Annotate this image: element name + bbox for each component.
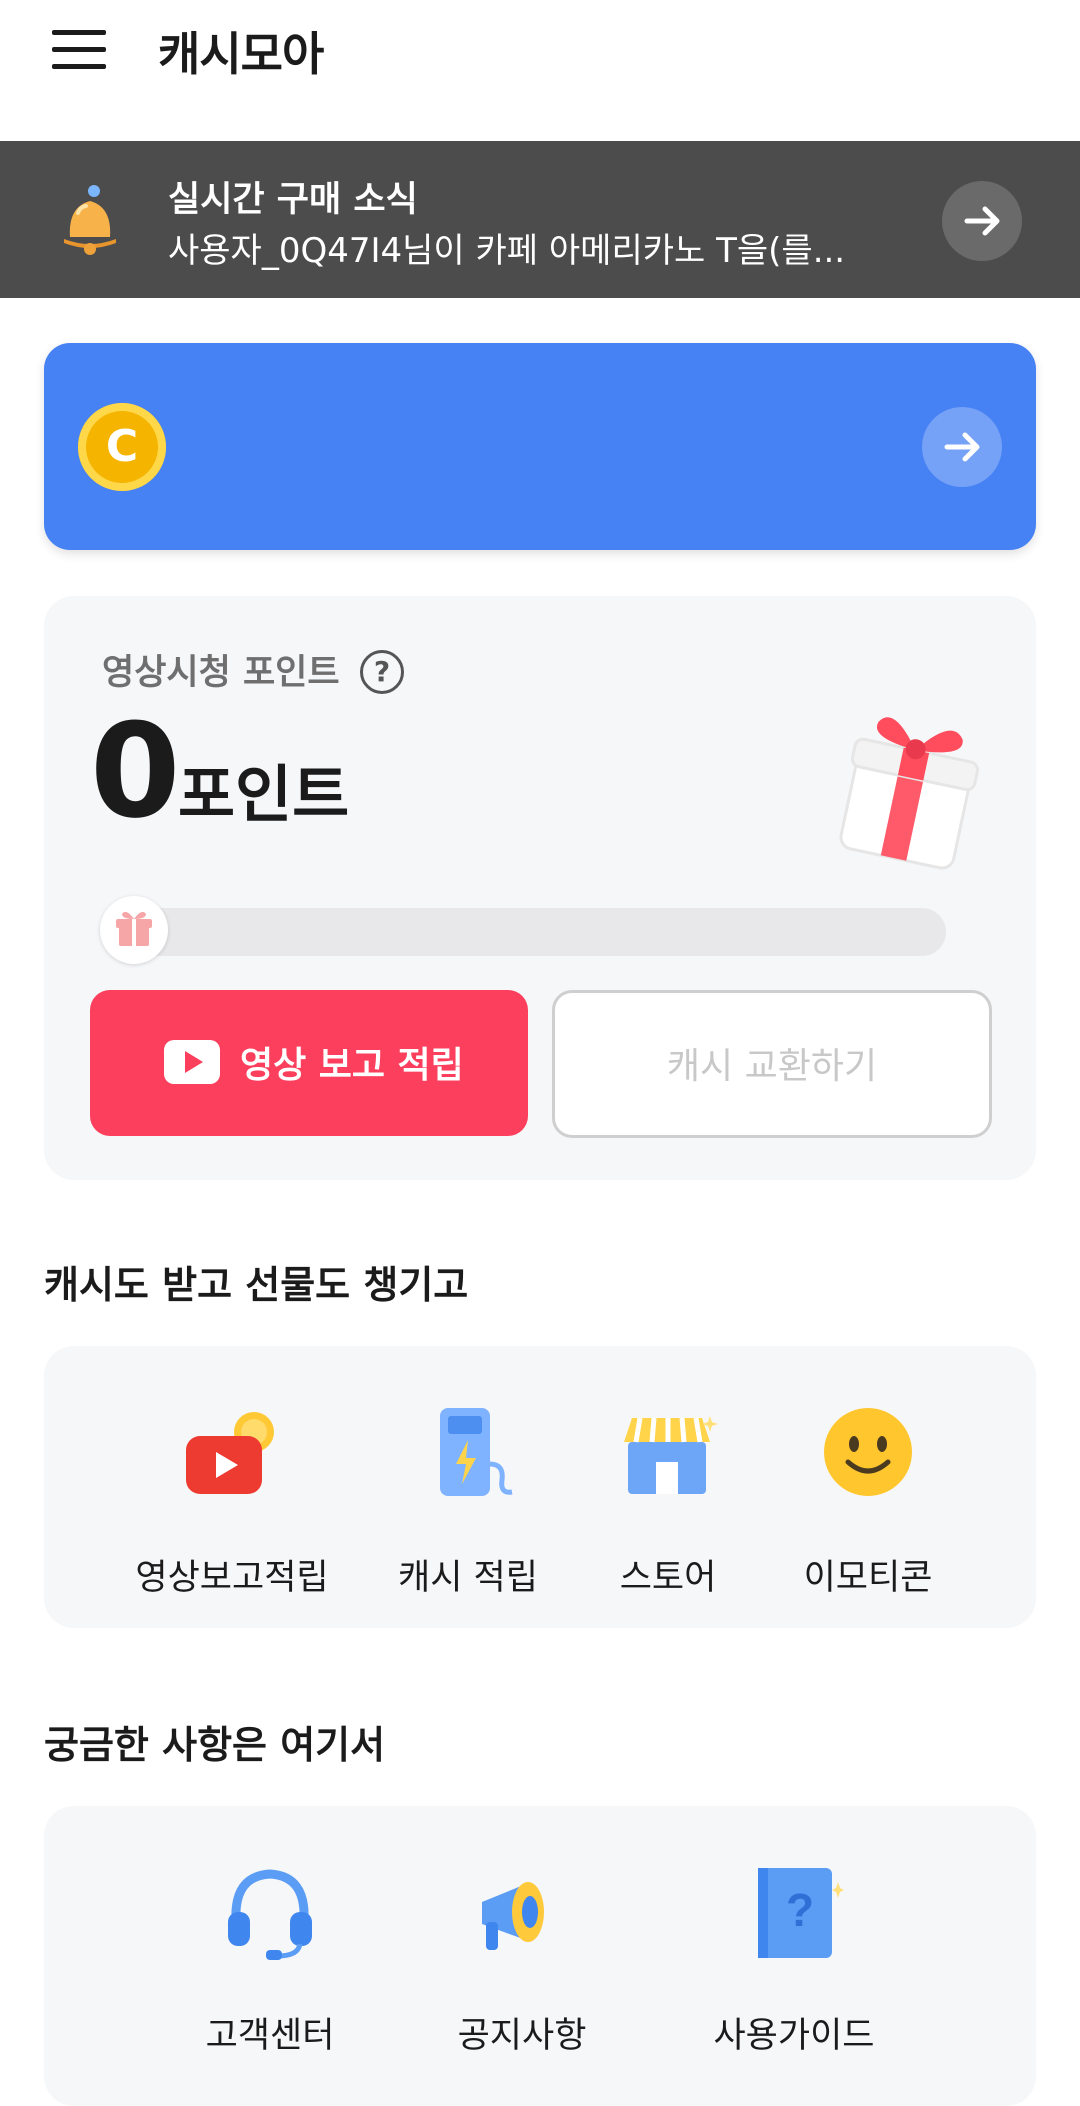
points-value: 0 <box>90 695 180 847</box>
app-title: 캐시모아 <box>158 27 324 81</box>
help-item-label: 고객센터 <box>205 2016 335 2056</box>
earn-section-card: 영상보고적립 캐시 적립 스토어 이모티콘 <box>44 1346 1036 1628</box>
exchange-cash-label: 캐시 교환하기 <box>666 1046 878 1087</box>
coin-icon: C <box>78 403 166 491</box>
earn-item-label: 캐시 적립 <box>398 1558 538 1598</box>
points-progress-bar <box>106 908 946 956</box>
megaphone-icon <box>482 1882 544 1950</box>
arrow-right-icon <box>944 432 980 462</box>
headset-icon <box>228 1869 312 1960</box>
guide-book-icon: ? <box>758 1868 844 1958</box>
news-message: 사용자_0Q47I4님이 카페 아메리카노 T을(를... <box>168 231 846 271</box>
help-item-label: 사용가이드 <box>713 2016 875 2056</box>
svg-text:?: ? <box>786 1884 814 1936</box>
earn-section-title: 캐시도 받고 선물도 챙기고 <box>44 1263 469 1307</box>
points-label: 영상시청 포인트 <box>102 653 340 693</box>
news-arrow-button[interactable] <box>942 181 1022 261</box>
coin-letter: C <box>105 421 139 472</box>
arrow-right-icon <box>964 206 1000 236</box>
video-points-card: 영상시청 포인트 ? 0 포인트 영상 보고 적립 캐시 교환하기 <box>44 596 1036 1180</box>
charger-icon <box>440 1408 513 1496</box>
app-header: 캐시모아 <box>0 0 1080 140</box>
hamburger-menu-icon[interactable] <box>52 30 106 70</box>
earn-item-label: 이모티콘 <box>803 1558 933 1598</box>
store-icon <box>624 1416 718 1494</box>
banner-arrow-button[interactable] <box>922 407 1002 487</box>
youtube-play-icon <box>164 1040 220 1084</box>
progress-gift-icon <box>100 896 168 964</box>
points-unit: 포인트 <box>178 758 350 831</box>
cash-balance-banner[interactable]: C <box>44 343 1036 550</box>
earn-item-label: 영상보고적립 <box>135 1558 329 1598</box>
watch-video-button[interactable]: 영상 보고 적립 <box>90 990 528 1136</box>
video-play-icon <box>186 1412 274 1494</box>
exchange-cash-button[interactable]: 캐시 교환하기 <box>552 990 992 1138</box>
gift-box-icon <box>839 717 980 870</box>
help-item-label: 공지사항 <box>457 2016 587 2056</box>
earn-item-label: 스토어 <box>619 1558 717 1598</box>
live-purchase-news[interactable]: 실시간 구매 소식 사용자_0Q47I4님이 카페 아메리카노 T을(를... <box>0 141 1080 298</box>
bell-icon <box>64 185 116 255</box>
help-icon[interactable]: ? <box>360 650 404 694</box>
news-title: 실시간 구매 소식 <box>168 180 418 220</box>
help-section-card: 고객센터 공지사항 ? 사용가이드 <box>44 1806 1036 2106</box>
smiley-icon <box>824 1408 912 1496</box>
watch-video-label: 영상 보고 적립 <box>240 1045 464 1086</box>
help-section-title: 궁금한 사항은 여기서 <box>44 1723 386 1767</box>
